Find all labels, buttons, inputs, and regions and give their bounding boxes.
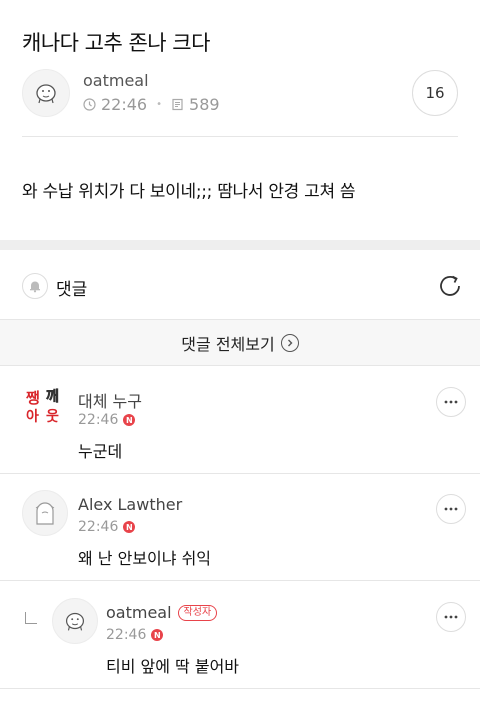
svg-text:쨍: 쨍 [26, 389, 40, 407]
more-options-button[interactable] [436, 602, 466, 632]
avatar-image: 쨍 깨 아 웃 [26, 389, 59, 425]
writer-badge: 작성자 [177, 604, 218, 621]
view-all-label: 댓글 전체보기 [181, 334, 275, 354]
commenter-avatar[interactable]: 쨍 깨 아 웃 [22, 383, 68, 429]
comments-label: 댓글 [56, 280, 88, 300]
new-badge: N [123, 521, 136, 533]
comments-header: 댓글 [0, 250, 480, 320]
post-views: 589 [189, 95, 220, 114]
comment-time: 22:46 N [78, 412, 136, 428]
author-avatar[interactable] [22, 69, 70, 117]
more-icon [444, 400, 458, 404]
commenter-name[interactable]: 대체 누구 [78, 388, 142, 412]
notification-toggle[interactable] [22, 273, 48, 299]
commenter-avatar[interactable] [22, 490, 68, 536]
comment-text: 티비 앞에 딱 붙어바 [106, 657, 240, 676]
post-title: 캐나다 고추 존나 크다 [22, 31, 210, 55]
more-icon [444, 615, 458, 619]
comment-count-button[interactable]: 16 [412, 70, 458, 116]
post-meta: 22:46 • 589 [83, 95, 220, 114]
ghost-icon [35, 502, 55, 525]
new-badge: N [151, 629, 164, 641]
comment-item: Alex Lawther 22:46 N 왜 난 안보이냐 쉬익 [0, 474, 480, 581]
mascot-icon [36, 84, 56, 104]
refresh-icon[interactable] [436, 272, 464, 300]
comment-time: 22:46 N [106, 627, 164, 643]
reply-item: oatmeal 작성자 22:46 N 티비 앞에 딱 붙어바 [0, 582, 480, 689]
divider [22, 136, 458, 137]
post-author-row: oatmeal 22:46 • 589 16 [22, 68, 458, 118]
comment-text: 왜 난 안보이냐 쉬익 [78, 549, 212, 568]
comment-time: 22:46 N [78, 519, 136, 535]
post-body: 와 수납 위치가 다 보이네;;; 땀나서 안경 고쳐 씀 [22, 182, 356, 202]
commenter-avatar[interactable] [52, 598, 98, 644]
mascot-icon [65, 612, 85, 631]
svg-text:깨: 깨 [46, 389, 59, 405]
clock-icon [83, 98, 96, 111]
comment-item: 쨍 깨 아 웃 대체 누구 22:46 N 누군데 [0, 367, 480, 474]
view-all-comments-button[interactable]: 댓글 전체보기 [0, 320, 480, 366]
comment-text: 누군데 [78, 442, 123, 461]
bell-icon [30, 281, 40, 293]
reply-arrow-icon [25, 612, 37, 624]
author-name[interactable]: oatmeal [83, 71, 149, 90]
section-separator [0, 240, 480, 250]
commenter-name[interactable]: Alex Lawther [78, 495, 182, 514]
meta-separator: • [156, 99, 163, 110]
svg-text:웃: 웃 [46, 408, 59, 425]
more-icon [444, 507, 458, 511]
new-badge: N [123, 414, 136, 426]
post-time: 22:46 [101, 95, 148, 114]
chevron-right-icon [280, 333, 299, 352]
more-options-button[interactable] [436, 494, 466, 524]
svg-text:아: 아 [26, 408, 39, 425]
document-icon [172, 98, 183, 111]
commenter-name[interactable]: oatmeal 작성자 [106, 603, 218, 622]
more-options-button[interactable] [436, 387, 466, 417]
